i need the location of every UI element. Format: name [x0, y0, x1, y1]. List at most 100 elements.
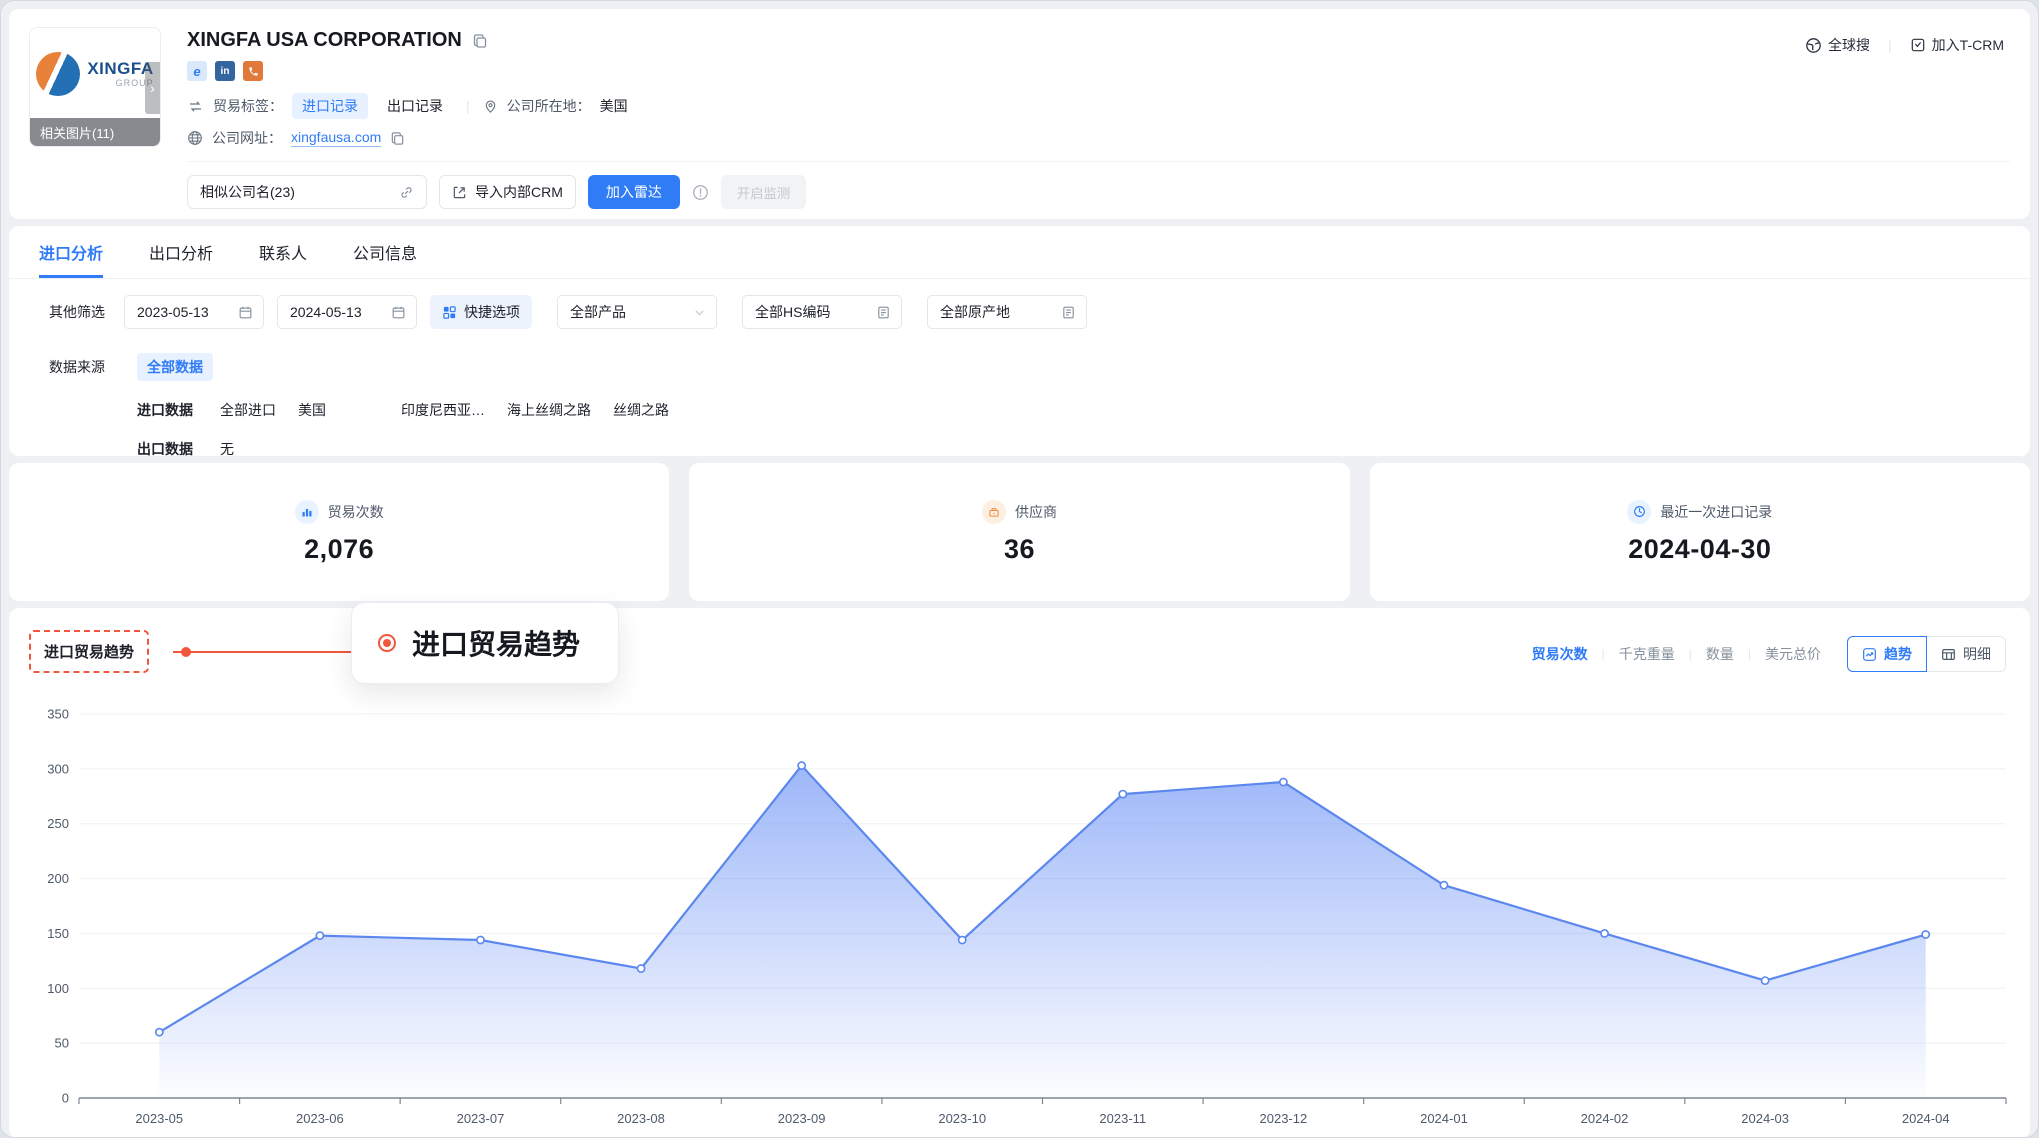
- stat-card-suppliers: 供应商 36: [689, 463, 1349, 601]
- import-data-row: 进口数据 全部进口 美国 印度尼西亚… 海上丝绸之路 丝绸之路: [49, 400, 2030, 420]
- tab-contacts[interactable]: 联系人: [259, 240, 307, 278]
- stat-label: 最近一次进口记录: [1660, 502, 1772, 522]
- date-from-input[interactable]: 2023-05-13: [124, 295, 264, 329]
- divider: |: [1748, 647, 1751, 661]
- metric-trade-count[interactable]: 贸易次数: [1532, 644, 1588, 664]
- import-source-item[interactable]: 丝绸之路: [613, 400, 669, 420]
- all-products-value: 全部产品: [570, 302, 626, 322]
- svg-text:2023-11: 2023-11: [1099, 1111, 1146, 1126]
- svg-text:2023-05: 2023-05: [135, 1111, 183, 1126]
- logo-brand-text: XINGFA: [87, 60, 153, 77]
- company-logo[interactable]: XINGFA GROUP 相关图片(11) ›: [29, 27, 161, 147]
- header-actions: 相似公司名(23) 导入内部CRM 加入雷达 开启监测: [187, 175, 2030, 209]
- all-products-select[interactable]: 全部产品: [557, 295, 717, 329]
- table-icon: [1941, 647, 1956, 662]
- metric-quantity[interactable]: 数量: [1706, 644, 1734, 664]
- document-icon: [876, 305, 891, 320]
- date-to-value: 2024-05-13: [290, 304, 362, 320]
- tag-import-records[interactable]: 进口记录: [292, 93, 368, 119]
- all-hs-code-select[interactable]: 全部HS编码: [742, 295, 902, 329]
- date-to-input[interactable]: 2024-05-13: [277, 295, 417, 329]
- divider: |: [466, 98, 470, 114]
- import-crm-button[interactable]: 导入内部CRM: [439, 175, 576, 209]
- svg-text:2024-04: 2024-04: [1902, 1111, 1950, 1126]
- globe-icon: [187, 130, 203, 146]
- trend-card: 进口贸易趋势 进口贸易趋势 贸易次数 | 千克重量 | 数量 | 美元总价: [9, 608, 2030, 1138]
- callout-tooltip: 进口贸易趋势: [351, 602, 619, 684]
- quick-options-label: 快捷选项: [464, 302, 520, 322]
- trend-chart-area: 0501001502002503003502023-052023-062023-…: [33, 696, 2006, 1138]
- chevron-down-icon: [693, 306, 706, 319]
- location-label: 公司所在地：: [507, 96, 591, 116]
- tag-export-records[interactable]: 出口记录: [377, 93, 453, 119]
- tab-company-info[interactable]: 公司信息: [353, 240, 417, 278]
- stat-label: 供应商: [1015, 502, 1057, 522]
- add-radar-button[interactable]: 加入雷达: [588, 175, 680, 209]
- app-window: XINGFA GROUP 相关图片(11) › XINGFA USA CORPO…: [0, 0, 2039, 1138]
- all-data-pill[interactable]: 全部数据: [137, 353, 213, 381]
- grid-icon: [442, 305, 457, 320]
- import-source-item[interactable]: 印度尼西亚…: [401, 400, 485, 420]
- stat-label: 贸易次数: [328, 502, 384, 522]
- location-icon: [483, 99, 498, 114]
- start-monitor-button[interactable]: 开启监测: [721, 175, 806, 209]
- svg-text:2023-09: 2023-09: [778, 1111, 826, 1126]
- social-links: e in: [187, 61, 2030, 81]
- similar-companies-button[interactable]: 相似公司名(23): [187, 175, 427, 209]
- join-tcrm-button[interactable]: 加入T-CRM: [1910, 35, 2004, 55]
- trend-controls: 贸易次数 | 千克重量 | 数量 | 美元总价 趋势: [1532, 636, 2006, 672]
- info-icon[interactable]: [692, 184, 709, 201]
- import-source-item[interactable]: 全部进口: [220, 400, 276, 420]
- svg-text:300: 300: [47, 761, 69, 776]
- all-origin-select[interactable]: 全部原产地: [927, 295, 1087, 329]
- metric-kg-weight[interactable]: 千克重量: [1619, 644, 1675, 664]
- svg-text:2024-02: 2024-02: [1581, 1111, 1629, 1126]
- logo-wordmark: XINGFA GROUP: [87, 60, 153, 88]
- export-data-value: 无: [220, 439, 234, 459]
- similar-companies-label: 相似公司名(23): [200, 182, 295, 202]
- svg-text:250: 250: [47, 816, 69, 831]
- clock-icon: [1627, 500, 1651, 524]
- global-search-icon: [1805, 37, 1822, 54]
- all-hs-code-value: 全部HS编码: [755, 302, 830, 322]
- import-source-item[interactable]: 海上丝绸之路: [507, 400, 591, 420]
- quick-options-button[interactable]: 快捷选项: [430, 295, 532, 329]
- other-filter-label: 其他筛选: [49, 302, 105, 322]
- next-image-arrow[interactable]: ›: [145, 62, 160, 114]
- company-info: XINGFA USA CORPORATION e in 贸易标签： 进口记录 出…: [9, 9, 2030, 209]
- divider: |: [1602, 647, 1605, 661]
- tcrm-icon: [1910, 37, 1926, 53]
- copy-icon[interactable]: [390, 131, 405, 146]
- view-trend-button[interactable]: 趋势: [1847, 636, 1927, 672]
- tab-export-analysis[interactable]: 出口分析: [149, 240, 213, 278]
- related-images-label[interactable]: 相关图片(11): [30, 118, 160, 146]
- svg-text:50: 50: [55, 1036, 69, 1051]
- copy-icon[interactable]: [472, 33, 488, 49]
- import-crm-label: 导入内部CRM: [475, 182, 563, 202]
- datasource-label: 数据来源: [49, 357, 137, 377]
- phone-icon[interactable]: [243, 61, 263, 81]
- document-icon: [1061, 305, 1076, 320]
- svg-text:350: 350: [47, 707, 69, 722]
- website-icon[interactable]: e: [187, 61, 207, 81]
- location-value: 美国: [600, 96, 628, 116]
- svg-text:2023-08: 2023-08: [617, 1111, 665, 1126]
- view-detail-button[interactable]: 明细: [1927, 636, 2006, 672]
- company-header-card: XINGFA GROUP 相关图片(11) › XINGFA USA CORPO…: [9, 9, 2030, 219]
- tab-import-analysis[interactable]: 进口分析: [39, 240, 103, 278]
- stat-card-trade-count: 贸易次数 2,076: [9, 463, 669, 601]
- link-icon: [399, 185, 414, 200]
- calendar-icon: [391, 305, 406, 320]
- website-label: 公司网址：: [212, 128, 282, 148]
- stats-row: 贸易次数 2,076 供应商 36 最近一次进口记录 2024-04-30: [9, 463, 2030, 601]
- website-link[interactable]: xingfausa.com: [291, 129, 381, 147]
- trend-chart[interactable]: 0501001502002503003502023-052023-062023-…: [33, 696, 2008, 1136]
- global-search-button[interactable]: 全球搜: [1805, 35, 1870, 55]
- tab-bar: 进口分析 出口分析 联系人 公司信息: [9, 226, 2030, 279]
- svg-text:2023-06: 2023-06: [296, 1111, 344, 1126]
- import-source-item[interactable]: 美国: [298, 400, 326, 420]
- linkedin-icon[interactable]: in: [215, 61, 235, 81]
- metric-usd-total[interactable]: 美元总价: [1765, 644, 1821, 664]
- logo-globe-icon: [36, 52, 80, 96]
- svg-text:2024-03: 2024-03: [1741, 1111, 1789, 1126]
